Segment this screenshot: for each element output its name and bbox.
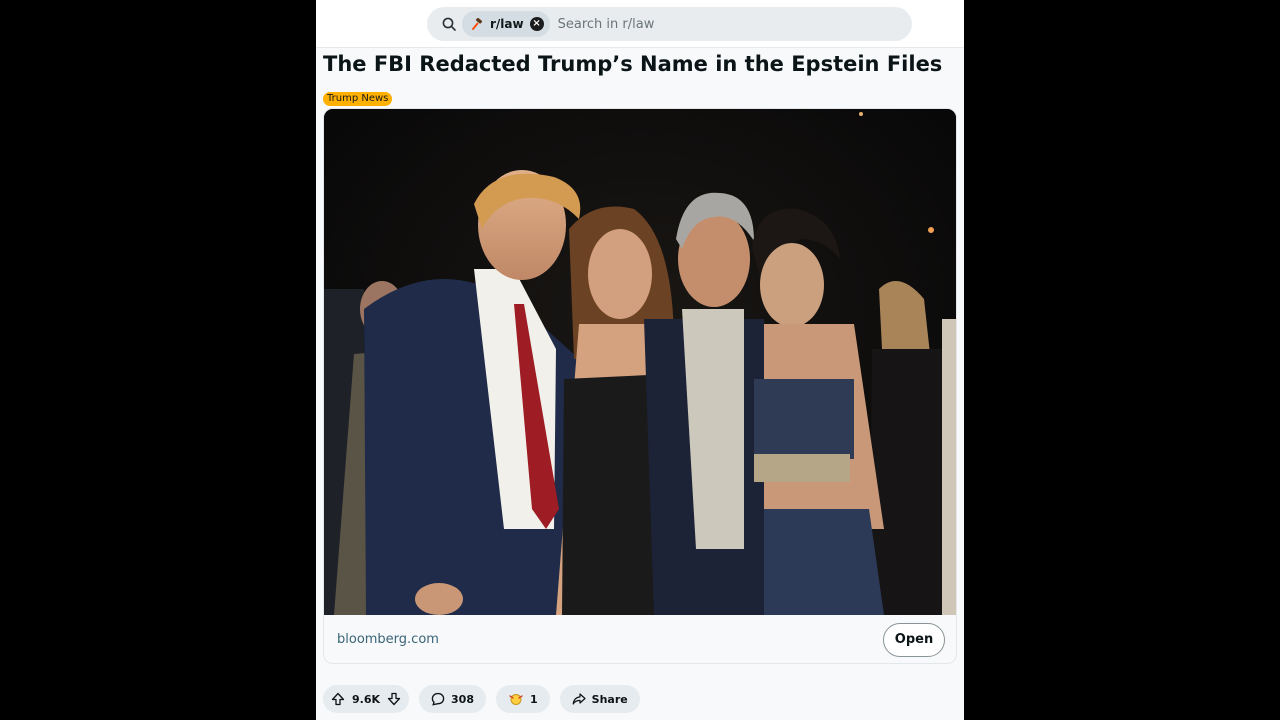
vote-control: 9.6K [323, 685, 410, 713]
post-title[interactable]: The FBI Redacted Trump’s Name in the Eps… [323, 51, 957, 77]
community-chip-label: r/law [490, 17, 524, 31]
header: r/law × Search in r/law [316, 0, 964, 48]
comments-button[interactable]: 308 [419, 685, 486, 713]
close-icon[interactable]: × [529, 17, 544, 31]
app-screen: r/law × Search in r/law The FBI Redacted… [316, 0, 964, 720]
comment-icon [431, 692, 445, 706]
award-count: 1 [529, 692, 538, 706]
community-chip[interactable]: r/law × [462, 11, 550, 37]
score-count: 9.6K [352, 692, 381, 706]
share-icon [572, 693, 586, 705]
share-label: Share [591, 692, 628, 706]
link-domain[interactable]: bloomberg.com [337, 632, 439, 647]
downvote-icon[interactable] [387, 692, 401, 706]
award-icon [509, 694, 523, 705]
open-button[interactable]: Open [883, 623, 945, 657]
gavel-icon [472, 17, 483, 30]
link-footer: bloomberg.com Open [324, 615, 956, 663]
search-bar[interactable]: r/law × Search in r/law [427, 7, 912, 41]
upvote-icon[interactable] [331, 692, 345, 706]
link-preview-image[interactable] [324, 109, 956, 615]
search-icon [442, 17, 456, 31]
award-button[interactable]: 1 [495, 685, 550, 713]
search-input[interactable]: Search in r/law [558, 17, 655, 32]
comments-count: 308 [451, 692, 474, 706]
link-preview-card[interactable]: bloomberg.com Open [323, 108, 957, 664]
share-button[interactable]: Share [559, 685, 640, 713]
post-flair[interactable]: Trump News [323, 92, 393, 106]
action-bar: 9.6K 308 1 Share [323, 685, 640, 713]
